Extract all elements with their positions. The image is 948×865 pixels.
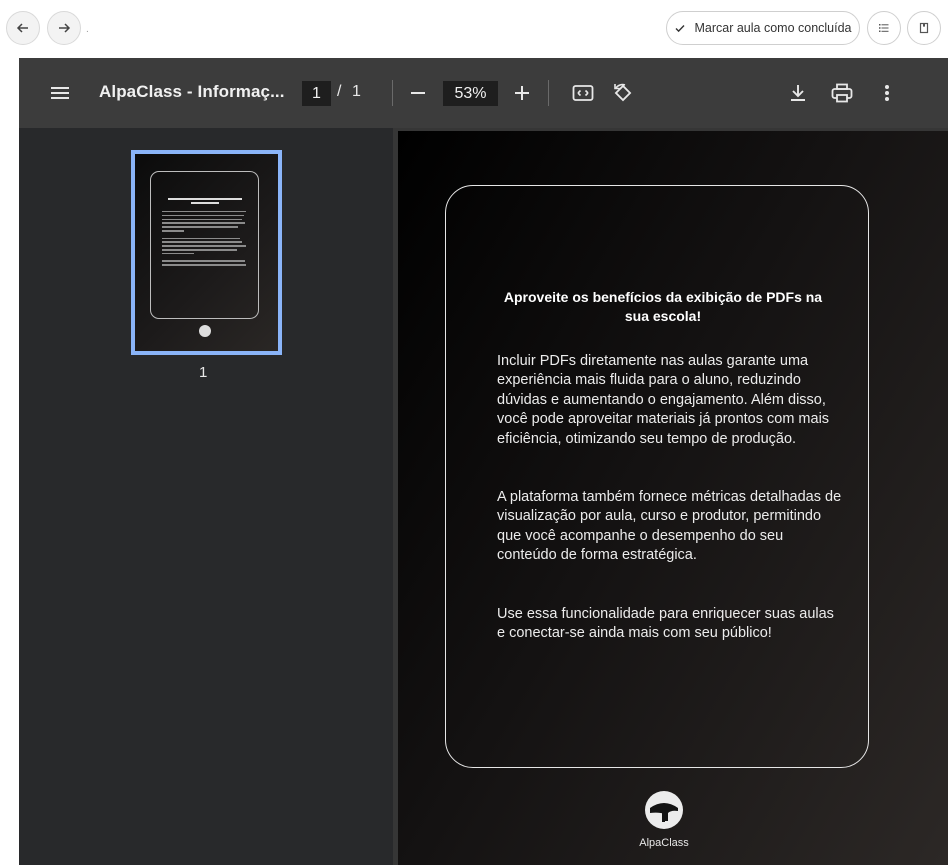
course-topbar: . Marcar aula como concluída	[0, 0, 948, 57]
thumbnail-page-number: 1	[199, 364, 208, 381]
pdf-page: Aproveite os benefícios da exibição de P…	[398, 131, 948, 865]
page-separator: /	[337, 83, 342, 100]
hamburger-menu-icon	[51, 87, 69, 99]
print-button[interactable]	[829, 80, 855, 106]
document-paragraph: Incluir PDFs diretamente nas aulas garan…	[497, 353, 830, 447]
breadcrumb-dot: .	[86, 24, 89, 35]
toolbar-divider	[548, 80, 549, 106]
minus-icon	[411, 92, 425, 94]
download-icon	[791, 85, 805, 101]
bookmark-icon	[919, 22, 929, 34]
thumbnail-text-lines	[162, 198, 248, 268]
zoom-out-button[interactable]	[405, 80, 431, 106]
content-card: Aproveite os benefícios da exibição de P…	[445, 185, 869, 768]
document-paragraph: A plataforma também fornece métricas det…	[497, 489, 842, 564]
fit-to-page-button[interactable]	[570, 80, 596, 106]
lesson-list-button[interactable]	[867, 11, 901, 45]
print-icon	[831, 83, 853, 103]
bookmark-button[interactable]	[907, 11, 941, 45]
page-thumbnail[interactable]	[131, 150, 282, 355]
rotate-button[interactable]	[610, 80, 636, 106]
forward-button[interactable]	[47, 11, 81, 45]
fit-page-icon	[572, 85, 594, 101]
current-page-input[interactable]: 1	[302, 81, 331, 106]
alpaclass-logo-icon	[641, 789, 687, 835]
zoom-level-input[interactable]: 53%	[443, 81, 498, 106]
pdf-viewer: AlpaClass - Informaç... 1 / 1 53% 1 Apro…	[19, 58, 948, 865]
toolbar-divider	[392, 80, 393, 106]
arrow-left-icon	[16, 23, 28, 33]
thumbnail-page-preview	[135, 154, 278, 351]
alpaclass-logo-text: AlpaClass	[639, 837, 689, 849]
download-button[interactable]	[785, 80, 811, 106]
arrow-right-icon	[59, 23, 71, 33]
check-icon	[675, 25, 685, 33]
menu-button[interactable]	[47, 80, 73, 106]
document-paragraph: Use essa funcionalidade para enriquecer …	[497, 606, 834, 642]
rotate-icon	[614, 83, 632, 102]
document-heading: Aproveite os benefícios da exibição de P…	[503, 289, 823, 324]
plus-icon	[515, 86, 529, 100]
mark-lesson-complete-label: Marcar aula como concluída	[694, 21, 852, 35]
thumbnail-sidebar: 1	[19, 128, 393, 865]
mark-lesson-complete-button[interactable]: Marcar aula como concluída	[666, 11, 860, 45]
pdf-toolbar: AlpaClass - Informaç... 1 / 1 53%	[19, 58, 948, 128]
zoom-in-button[interactable]	[509, 80, 535, 106]
list-icon	[879, 24, 889, 32]
more-vertical-icon	[885, 85, 889, 101]
back-button[interactable]	[6, 11, 40, 45]
document-title: AlpaClass - Informaç...	[99, 82, 285, 101]
thumbnail-logo-icon	[199, 325, 211, 337]
more-options-button[interactable]	[874, 80, 900, 106]
pdf-main-area[interactable]: Aproveite os benefícios da exibição de P…	[393, 128, 948, 865]
total-pages: 1	[352, 83, 361, 100]
